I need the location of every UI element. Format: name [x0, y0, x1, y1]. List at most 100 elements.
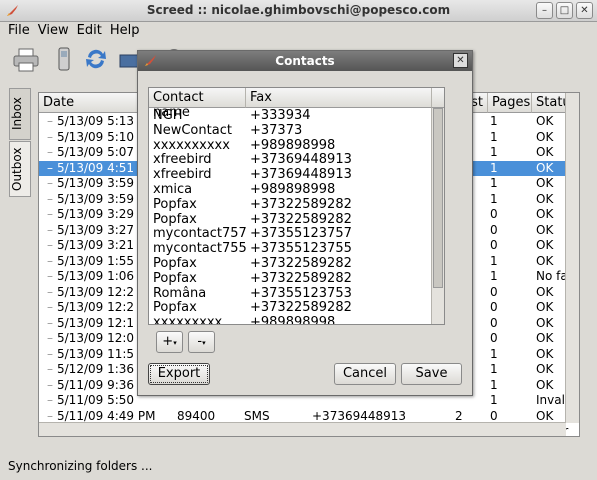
contact-fax: +989898998 [250, 315, 336, 325]
row-status: OK [536, 253, 554, 268]
tree-line-icon: – [47, 377, 53, 392]
row-pages: 0 [490, 207, 498, 221]
contact-row[interactable]: Popfax +37322589282 [149, 196, 432, 213]
row-status: No fa [536, 269, 568, 283]
row-pages: 1 [490, 129, 498, 144]
tree-line-icon: – [47, 393, 53, 407]
row-date: 5/13/09 3:27 [57, 222, 135, 237]
contact-name: mycontact755 [153, 241, 247, 257]
minimize-button[interactable]: – [536, 2, 553, 19]
contact-row[interactable]: xfreebird +37369448913 [149, 167, 432, 183]
contact-row[interactable]: Popfax +37322589282 [149, 256, 432, 272]
tree-line-icon: – [47, 145, 53, 159]
contact-fax: +37322589282 [250, 270, 352, 286]
contact-row[interactable]: xfreebird +37369448913 [149, 152, 432, 168]
contact-name: Popfax [153, 256, 197, 271]
phone-icon[interactable] [48, 43, 80, 75]
close-window-button[interactable]: ✕ [576, 2, 593, 19]
row-status: OK [536, 145, 554, 159]
menu-file[interactable]: File [4, 22, 34, 40]
contact-name: mycontact757 [153, 226, 247, 242]
tree-line-icon: – [47, 346, 53, 361]
contact-row[interactable]: NewContact +37373 [149, 123, 432, 139]
row-status: OK [536, 191, 554, 206]
row-status: OK [536, 176, 554, 190]
row-id: 89400 [177, 408, 216, 423]
window-title: Screed :: nicolae.ghimbovschi@popesco.co… [146, 3, 451, 17]
row-date: 5/13/09 11:5 [57, 346, 135, 361]
sync-icon[interactable] [80, 43, 112, 75]
contact-fax: +989898998 [250, 182, 336, 197]
menu-edit[interactable]: Edit [73, 22, 106, 40]
row-pages: 0 [490, 300, 498, 314]
tree-line-icon: – [47, 315, 53, 330]
maximize-button[interactable]: □ [556, 2, 573, 19]
row-date: 5/13/09 3:59 [57, 191, 135, 206]
dialog-close-icon[interactable]: ✕ [453, 53, 468, 68]
remove-contact-button[interactable]: -▾ [188, 331, 215, 353]
contact-row[interactable]: mycontact755 +37355123755 [149, 241, 432, 257]
row-status: OK [536, 331, 554, 345]
column-header-fax[interactable]: Fax [246, 88, 432, 108]
tree-line-icon: – [47, 207, 53, 221]
horizontal-scrollbar[interactable] [39, 422, 566, 436]
title-bar: Screed :: nicolae.ghimbovschi@popesco.co… [0, 0, 597, 22]
contact-name: xmica [153, 182, 193, 197]
row-date: 5/11/09 9:36 [57, 377, 135, 392]
menu-view[interactable]: View [34, 22, 73, 40]
save-button[interactable]: Save [401, 363, 462, 385]
row-pages: 0 [490, 238, 498, 252]
row-pages: 1 [490, 176, 498, 190]
add-contact-button[interactable]: +▾ [156, 331, 183, 353]
dialog-title: Contacts [138, 51, 472, 71]
contact-row[interactable]: xxxxxxxxx +989898998 [149, 315, 432, 325]
contact-fax: +989898998 [250, 137, 336, 153]
tree-line-icon: – [47, 300, 53, 314]
column-header-contact-name[interactable]: Contact name [149, 88, 246, 120]
contact-row[interactable]: NGH +333934 [149, 108, 432, 124]
row-date: 5/12/09 1:36 [57, 362, 135, 376]
row-status: OK [536, 346, 554, 361]
row-pages: 1 [490, 346, 498, 361]
contact-row[interactable]: xmica +989898998 [149, 182, 432, 198]
row-pages: 1 [490, 393, 498, 407]
row-status: OK [536, 362, 554, 376]
tree-line-icon: – [47, 362, 53, 376]
contacts-scrollbar-thumb[interactable] [433, 108, 443, 288]
row-date: 5/13/09 4:51 [57, 160, 135, 175]
row-status: OK [536, 377, 554, 392]
contacts-scrollbar[interactable] [431, 108, 444, 324]
tree-line-icon: – [47, 238, 53, 252]
row-pages: 0 [490, 315, 498, 330]
export-button[interactable]: Export [148, 363, 210, 385]
contact-row[interactable]: Popfax +37322589282 [149, 270, 432, 287]
contact-row[interactable]: Popfax +37322589282 [149, 212, 432, 228]
contact-row[interactable]: Popfax +37322589282 [149, 300, 432, 316]
row-date: 5/11/09 4:49 PM [57, 408, 156, 423]
row-date: 5/13/09 5:13 [57, 114, 135, 128]
contact-fax: +37355123753 [250, 285, 352, 301]
row-status: OK [536, 114, 554, 128]
tab-outbox[interactable]: Outbox [9, 141, 31, 197]
row-status: OK [536, 284, 554, 299]
contact-row[interactable]: xxxxxxxxxx +989898998 [149, 137, 432, 154]
menu-help[interactable]: Help [106, 22, 144, 40]
row-status: OK [536, 315, 554, 330]
contact-row[interactable]: mycontact757 +37355123757 [149, 226, 432, 242]
cancel-button[interactable]: Cancel [334, 363, 396, 385]
row-pages: 1 [490, 145, 498, 159]
row-status: OK [536, 300, 554, 314]
row-date: 5/11/09 5:50 [57, 393, 135, 407]
row-date: 5/13/09 5:07 [57, 145, 135, 159]
tab-inbox[interactable]: Inbox [9, 88, 31, 140]
contact-row[interactable]: Româna +37355123753 [149, 285, 432, 302]
vertical-scrollbar[interactable] [565, 93, 579, 423]
printer-icon[interactable] [10, 43, 42, 75]
contact-fax: +37322589282 [250, 196, 352, 212]
row-count: 2 [455, 408, 463, 423]
row-number: +37369448913 [312, 408, 407, 423]
tree-line-icon: – [47, 331, 53, 345]
contacts-table: Contact name Fax NGH +333934 NewContact +37… [148, 87, 445, 325]
column-header-pages[interactable]: Pages [488, 93, 532, 113]
row-pages: 1 [490, 269, 498, 283]
